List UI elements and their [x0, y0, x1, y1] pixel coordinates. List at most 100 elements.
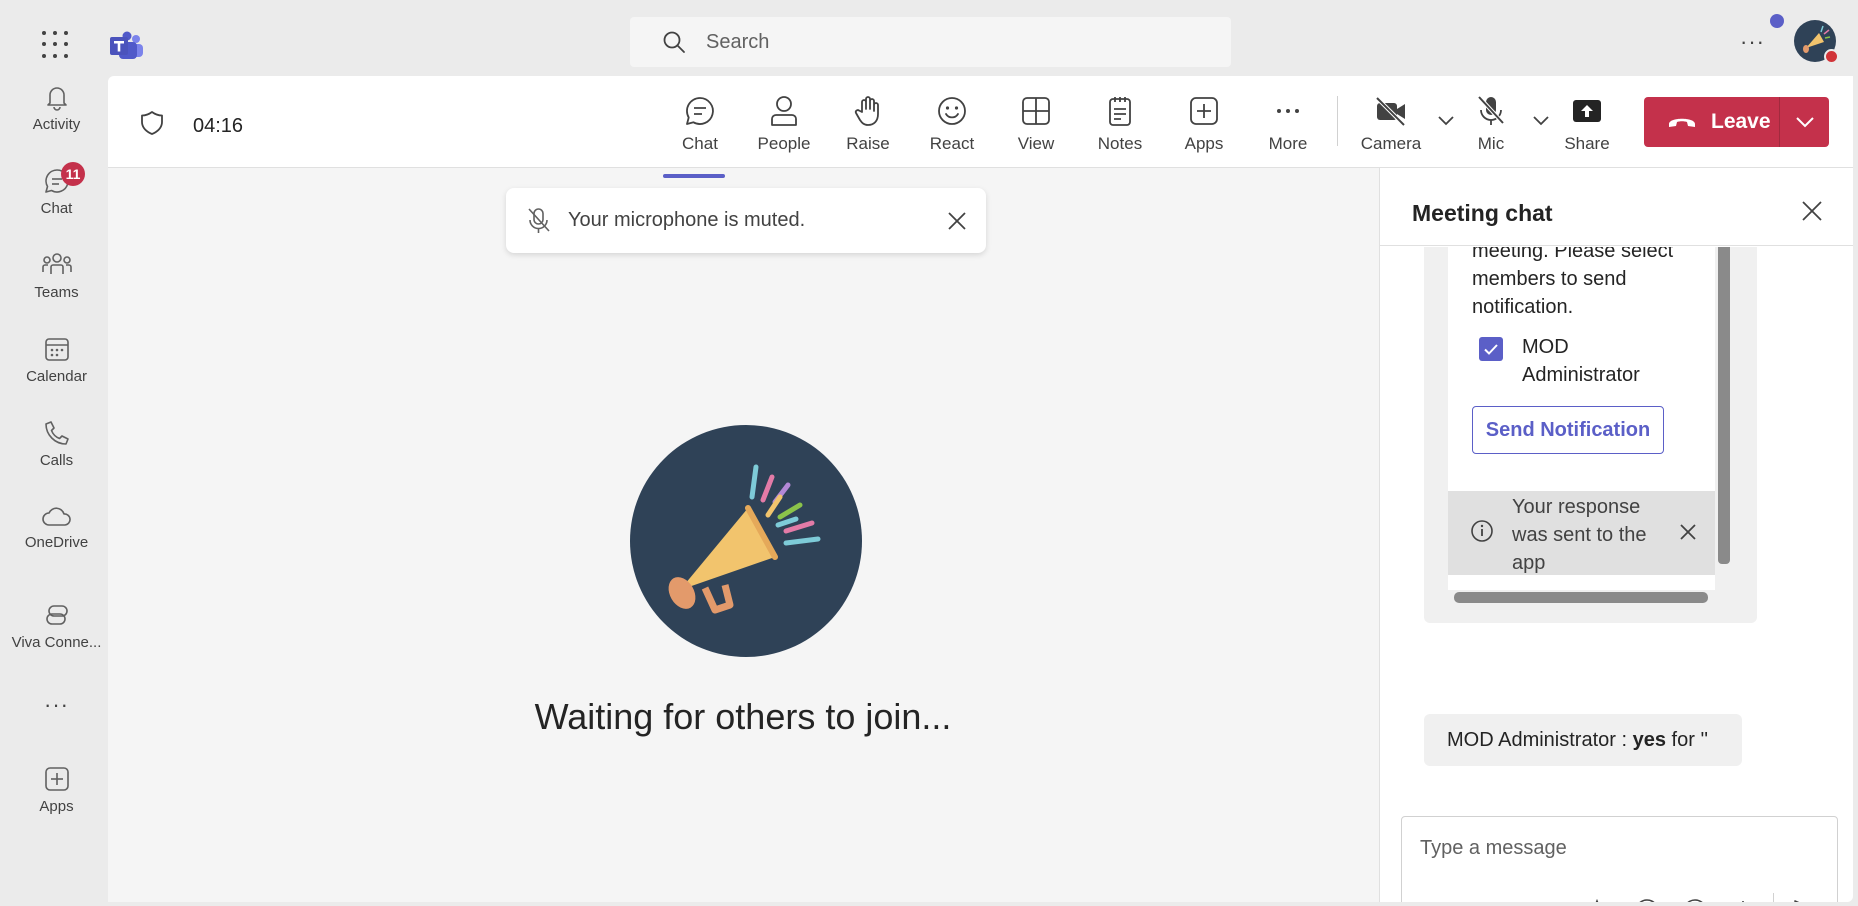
leave-button[interactable]: Leave [1644, 97, 1829, 147]
rail-item-label: Chat [40, 200, 73, 217]
send-icon[interactable] [1792, 897, 1820, 902]
tool-chat[interactable]: Chat [662, 94, 738, 178]
tool-people[interactable]: People [746, 94, 822, 154]
tool-raise[interactable]: Raise [830, 94, 906, 154]
meeting-toolbar: 04:16 Chat People Raise React View Notes… [108, 76, 1853, 178]
teams-logo-icon [110, 31, 143, 59]
message-input[interactable] [1420, 837, 1800, 860]
leave-options-button[interactable] [1780, 116, 1829, 128]
member-checkbox[interactable] [1479, 337, 1503, 361]
search-icon [663, 31, 685, 53]
tool-mic[interactable]: Mic [1453, 94, 1529, 154]
reply-suffix: for '' [1665, 729, 1709, 751]
app-launcher-icon[interactable] [42, 31, 70, 59]
teams-icon [41, 253, 72, 274]
chevron-down-icon [1795, 117, 1814, 128]
bell-icon [46, 87, 67, 111]
hang-up-icon [1669, 118, 1695, 127]
title-bar: ··· [5, 5, 1853, 76]
card-body-text: meeting. Please select members to send n… [1472, 247, 1674, 318]
app-rail: Activity Chat 11 Teams Calendar Calls On… [5, 76, 108, 902]
rail-item-viva-connections[interactable]: Viva Conne... [5, 600, 108, 651]
meeting-timer: 04:16 [193, 115, 244, 137]
tool-react[interactable]: React [914, 94, 990, 154]
search-bar[interactable] [630, 17, 1231, 67]
card-horizontal-scrollbar[interactable] [1454, 592, 1708, 603]
add-app-icon [44, 767, 69, 791]
tool-label: People [757, 134, 811, 153]
emoji-icon[interactable] [1633, 897, 1661, 902]
search-input[interactable] [706, 30, 1106, 54]
meeting-chat-panel: Meeting chat meeting. Please select memb… [1379, 168, 1853, 902]
more-apps-icon[interactable]: ··· [5, 692, 108, 718]
reply-prefix: MOD Administrator : [1447, 729, 1633, 751]
tool-label: More [1268, 134, 1308, 153]
active-tab-indicator [663, 174, 725, 178]
rail-item-apps[interactable]: Apps [5, 764, 108, 815]
rail-item-calendar[interactable]: Calendar [5, 334, 108, 385]
rail-item-activity[interactable]: Activity [5, 82, 108, 133]
panel-title: Meeting chat [1412, 200, 1553, 226]
tool-apps[interactable]: Apps [1166, 94, 1242, 154]
loop-compose-icon[interactable] [1681, 897, 1709, 902]
close-icon[interactable] [946, 210, 968, 232]
camera-off-icon [1375, 96, 1406, 127]
rail-item-teams[interactable]: Teams [5, 250, 108, 301]
checkmark-icon [1484, 344, 1498, 355]
tool-label: Notes [1097, 134, 1143, 153]
more-icon[interactable]: ··· [1740, 29, 1765, 55]
tool-label: React [929, 134, 975, 153]
chevron-down-icon[interactable] [1532, 114, 1550, 126]
more-icon [1277, 109, 1299, 113]
response-text: Your response was sent to the app [1512, 496, 1647, 574]
tool-view[interactable]: View [998, 94, 1074, 154]
unread-badge: 11 [61, 162, 85, 186]
presence-busy-badge [1824, 49, 1839, 64]
viva-connections-icon [45, 605, 68, 625]
avatar[interactable] [1794, 20, 1839, 64]
close-icon[interactable] [1801, 200, 1823, 222]
rail-item-label: Teams [34, 284, 79, 301]
response-status-bar: Your response was sent to the app [1448, 491, 1715, 575]
reply-message: MOD Administrator : yes for '' [1424, 714, 1742, 766]
mic-off-icon [528, 207, 550, 233]
share-icon [1573, 100, 1601, 122]
grid-view-icon [1022, 97, 1050, 125]
chat-messages[interactable]: meeting. Please select members to send n… [1380, 247, 1853, 707]
checkbox-label: MOD Administrator [1522, 336, 1640, 386]
card-vertical-scrollbar[interactable] [1718, 247, 1730, 564]
tool-notes[interactable]: Notes [1082, 94, 1158, 154]
meeting-stage: 04:16 Chat People Raise React View Notes… [108, 76, 1853, 902]
tool-share[interactable]: Share [1549, 94, 1625, 154]
rail-item-label: Apps [39, 798, 74, 815]
rail-item-label: OneDrive [24, 534, 89, 551]
teams-window: ··· Activity Chat 11 Teams [5, 5, 1853, 902]
shield-icon[interactable] [140, 110, 164, 136]
mic-off-icon [1477, 95, 1505, 125]
notes-icon [1109, 97, 1131, 126]
adaptive-card-message: meeting. Please select members to send n… [1424, 247, 1757, 623]
add-icon[interactable] [1729, 897, 1757, 902]
rail-item-label: Activity [32, 116, 81, 133]
waiting-message: Waiting for others to join... [534, 696, 952, 737]
raise-hand-icon [854, 96, 879, 126]
format-icon[interactable] [1585, 897, 1613, 902]
tool-more[interactable]: More [1250, 94, 1326, 154]
chat-icon [686, 97, 714, 125]
rail-item-chat[interactable]: Chat 11 [5, 162, 108, 217]
tool-label: Share [1564, 134, 1610, 153]
composer-divider [1773, 893, 1774, 902]
leave-main-button[interactable]: Leave [1644, 97, 1779, 147]
tool-label: Raise [846, 134, 890, 153]
tool-label: Apps [1184, 134, 1224, 153]
cloud-icon [41, 507, 71, 526]
tool-camera[interactable]: Camera [1353, 94, 1429, 154]
rail-item-calls[interactable]: Calls [5, 418, 108, 469]
reply-answer: yes [1632, 729, 1666, 751]
rail-item-label: Calls [39, 452, 74, 469]
close-icon[interactable] [1679, 523, 1697, 541]
rail-item-onedrive[interactable]: OneDrive [5, 504, 108, 551]
send-notification-button[interactable]: Send Notification [1472, 406, 1664, 454]
toast-message: Your microphone is muted. [568, 209, 806, 231]
mic-muted-toast: Your microphone is muted. [506, 188, 986, 253]
